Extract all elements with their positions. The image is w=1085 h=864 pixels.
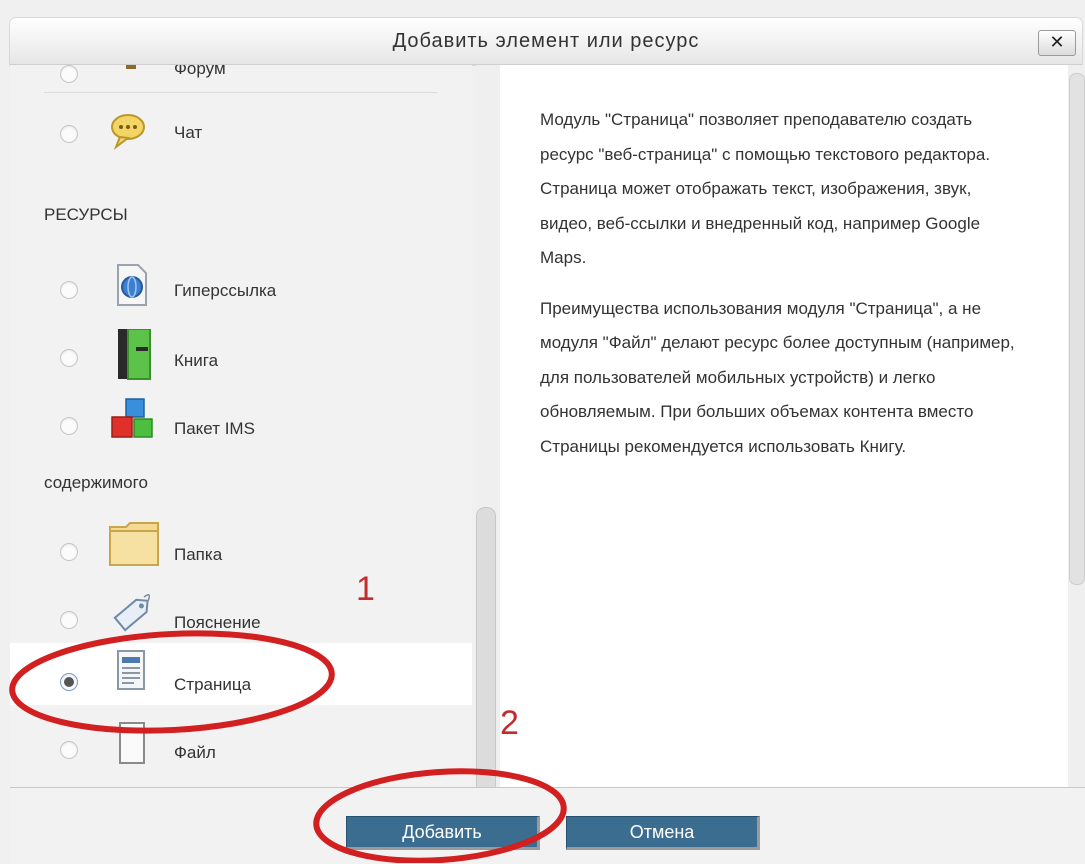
add-activity-dialog: Добавить элемент или ресурс ✕ Форум Чат … <box>0 0 1085 864</box>
annotation-circle-add <box>313 768 567 863</box>
annotation-number-2: 2 <box>500 704 519 742</box>
annotation-circle-page <box>9 630 335 734</box>
annotation-number-1: 1 <box>356 570 375 608</box>
annotation-overlay <box>9 630 567 863</box>
